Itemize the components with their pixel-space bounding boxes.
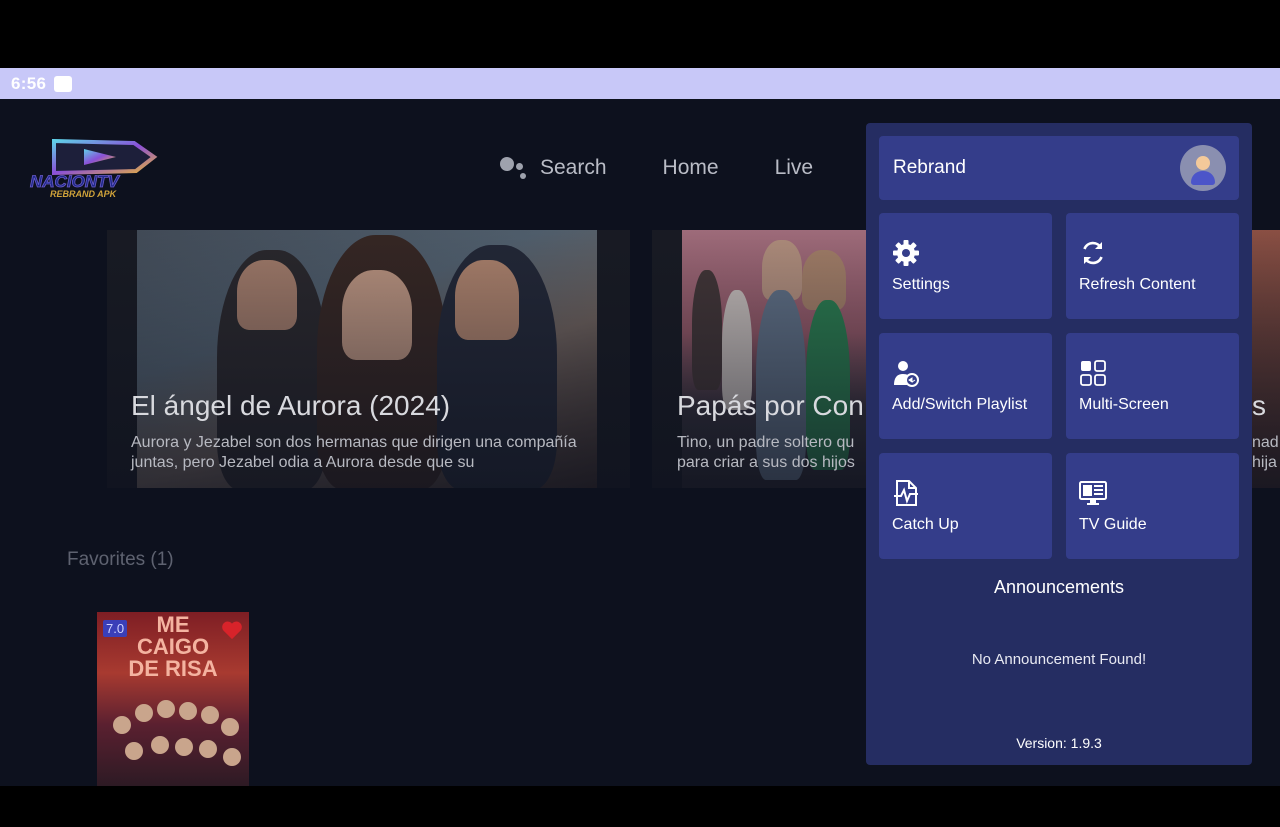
multi-screen-label: Multi-Screen: [1079, 396, 1169, 413]
favorites-title: Favorites (1): [67, 549, 174, 570]
poster-crowd: [105, 696, 243, 786]
add-switch-playlist-label: Add/Switch Playlist: [892, 396, 1028, 413]
rating-badge: 7.0: [103, 620, 128, 637]
hero-title: s: [1252, 390, 1266, 421]
status-bar: 6:56: [0, 68, 1280, 99]
user-switch-icon: [894, 361, 919, 387]
catch-up-icon: [894, 480, 918, 506]
app-logo[interactable]: NACIONTV REBRAND APK: [24, 137, 182, 201]
catch-up-button[interactable]: Catch Up: [879, 453, 1052, 559]
catch-up-label: Catch Up: [892, 516, 959, 533]
hero-title: El ángel de Aurora (2024): [131, 390, 451, 421]
gear-icon: [893, 240, 919, 266]
logo-subtext: REBRAND APK: [50, 189, 118, 199]
tv-guide-label: TV Guide: [1079, 516, 1147, 533]
quick-menu-panel: Rebrand Settings Refresh Content Add/Swi…: [866, 123, 1252, 765]
refresh-content-label: Refresh Content: [1079, 276, 1196, 293]
refresh-icon: [1083, 241, 1103, 265]
app-screen: NACIONTV REBRAND APK Search Home Live El…: [0, 99, 1280, 786]
announcements-title: Announcements: [993, 577, 1125, 597]
assistant-icon: [500, 155, 530, 181]
hero-card[interactable]: El ángel de Aurora (2024) Aurora y Jezab…: [107, 230, 630, 488]
refresh-content-button[interactable]: Refresh Content: [1066, 213, 1239, 319]
hero-title: Papás por Con: [677, 390, 864, 421]
hero-description-line: Tino, un padre soltero qu: [677, 434, 855, 451]
top-nav: Search Home Live: [500, 155, 869, 181]
nav-live[interactable]: Live: [775, 156, 814, 180]
hero-card[interactable]: s nad hija: [1248, 230, 1280, 488]
profile-button[interactable]: Rebrand: [879, 136, 1239, 200]
heart-icon[interactable]: [221, 620, 243, 640]
hero-description: nad hija: [1252, 433, 1280, 473]
nav-home[interactable]: Home: [663, 156, 719, 180]
hero-description-line: nad: [1252, 434, 1279, 451]
avatar: [1180, 145, 1226, 191]
favorite-card[interactable]: ME CAIGO DE RISA 7.0: [97, 612, 249, 786]
bottom-black-bar: [0, 786, 1280, 827]
profile-name: Rebrand: [893, 157, 966, 178]
hero-description: Aurora y Jezabel son dos hermanas que di…: [131, 434, 577, 471]
notification-icon: [54, 75, 73, 92]
version-text: Version: 1.9.3: [1016, 735, 1102, 751]
tv-guide-button[interactable]: TV Guide: [1066, 453, 1239, 559]
multi-screen-icon: [1080, 360, 1106, 386]
tv-guide-icon: [1079, 481, 1107, 505]
hero-description: Tino, un padre soltero qu para criar a s…: [677, 433, 866, 473]
settings-label: Settings: [892, 276, 950, 293]
add-switch-playlist-button[interactable]: Add/Switch Playlist: [879, 333, 1052, 439]
hero-description-line: para criar a sus dos hijos: [677, 454, 855, 471]
top-black-bar: [0, 0, 1280, 68]
status-time: 6:56: [11, 73, 47, 93]
multi-screen-button[interactable]: Multi-Screen: [1066, 333, 1239, 439]
nav-search[interactable]: Search: [500, 155, 607, 181]
settings-button[interactable]: Settings: [879, 213, 1052, 319]
nav-search-label: Search: [540, 156, 607, 179]
hero-card[interactable]: Papás por Con Tino, un padre soltero qu …: [652, 230, 866, 488]
announcements-empty-text: No Announcement Found!: [971, 651, 1147, 668]
hero-description-line: hija: [1252, 454, 1277, 471]
